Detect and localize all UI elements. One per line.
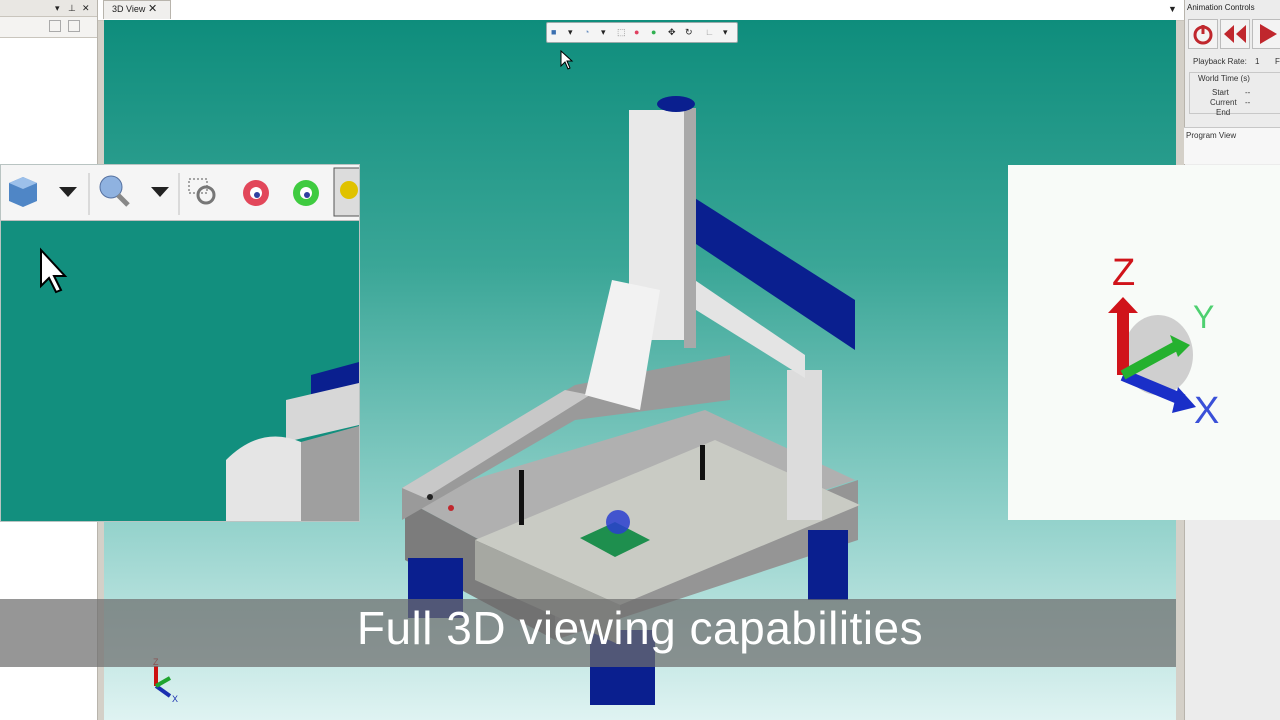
start-value: -- — [1245, 88, 1251, 97]
tab-label: 3D View — [112, 4, 146, 14]
playback-rate-suffix: F — [1275, 57, 1280, 66]
rewind-button[interactable] — [1220, 19, 1250, 49]
x-axis-label: X — [1194, 390, 1219, 432]
view-toolbar: ■ ▾ ◔ ▾ ⬚ ● ● ✥ ↻ ∟ ▾ — [546, 22, 738, 43]
start-label: Start — [1212, 88, 1229, 97]
dropdown-arrow-icon — [59, 187, 77, 197]
dropdown-arrow-icon[interactable]: ▾ — [601, 26, 606, 38]
axes-icon[interactable]: ∟ — [705, 26, 714, 38]
tab-close-icon[interactable]: ✕ — [148, 2, 157, 15]
rotate-icon[interactable]: ↻ — [685, 26, 693, 38]
end-label: End — [1216, 108, 1231, 117]
program-view-panel: Program View — [1184, 127, 1280, 164]
zoom-window-icon[interactable]: ⬚ — [617, 26, 626, 38]
red-eye-icon[interactable]: ● — [634, 26, 639, 38]
program-view-label: Program View — [1186, 131, 1237, 140]
playback-rate-value[interactable]: 1 — [1255, 57, 1259, 66]
world-time-label: World Time (s) — [1198, 74, 1250, 83]
playback-rate-label: Playback Rate: — [1193, 57, 1247, 66]
panel-title: Animation Controls — [1187, 3, 1255, 12]
zoomed-axes-overlay: Z Y X — [1008, 165, 1280, 520]
zoomed-view-toolbar — [1, 165, 359, 221]
left-panel-toolbar — [0, 17, 97, 38]
dropdown-arrow-icon[interactable]: ▾ — [568, 26, 573, 38]
tab-3d-view[interactable]: 3D View ✕ — [103, 0, 171, 19]
tab-list-dropdown-icon[interactable]: ▼ — [1168, 3, 1177, 15]
zoom-icon[interactable]: ◔ — [584, 26, 589, 38]
document-tab-strip: ▼ — [98, 0, 1184, 21]
pin-icon[interactable]: ⊥ — [68, 2, 76, 14]
z-axis-label: Z — [1112, 252, 1135, 294]
collapse-icon[interactable] — [49, 20, 61, 32]
dropdown-arrow-icon[interactable]: ▾ — [723, 26, 728, 38]
mouse-cursor-large-icon — [40, 247, 68, 294]
video-caption: Full 3D viewing capabilities — [356, 602, 924, 654]
expand-icon[interactable] — [68, 20, 80, 32]
mouse-cursor-icon — [560, 50, 574, 70]
current-label: Current — [1210, 98, 1237, 107]
play-button[interactable] — [1252, 19, 1280, 49]
left-panel-header: ▾ ⊥ ✕ — [0, 0, 97, 17]
view-cube-icon[interactable]: ■ — [551, 26, 556, 38]
panel-menu-icon[interactable]: ▾ — [55, 2, 60, 14]
small-x-label: X — [172, 694, 178, 704]
close-icon[interactable]: ✕ — [82, 2, 90, 14]
zoomed-toolbar-overlay — [0, 164, 360, 522]
power-button[interactable] — [1188, 19, 1218, 49]
pan-icon[interactable]: ✥ — [668, 26, 676, 38]
world-time-group: World Time (s) Start -- Current -- End — [1189, 72, 1280, 117]
current-value: -- — [1245, 98, 1251, 107]
y-axis-label: Y — [1193, 299, 1214, 335]
dropdown-arrow-icon — [151, 187, 169, 197]
green-eye-icon[interactable]: ● — [651, 26, 656, 38]
